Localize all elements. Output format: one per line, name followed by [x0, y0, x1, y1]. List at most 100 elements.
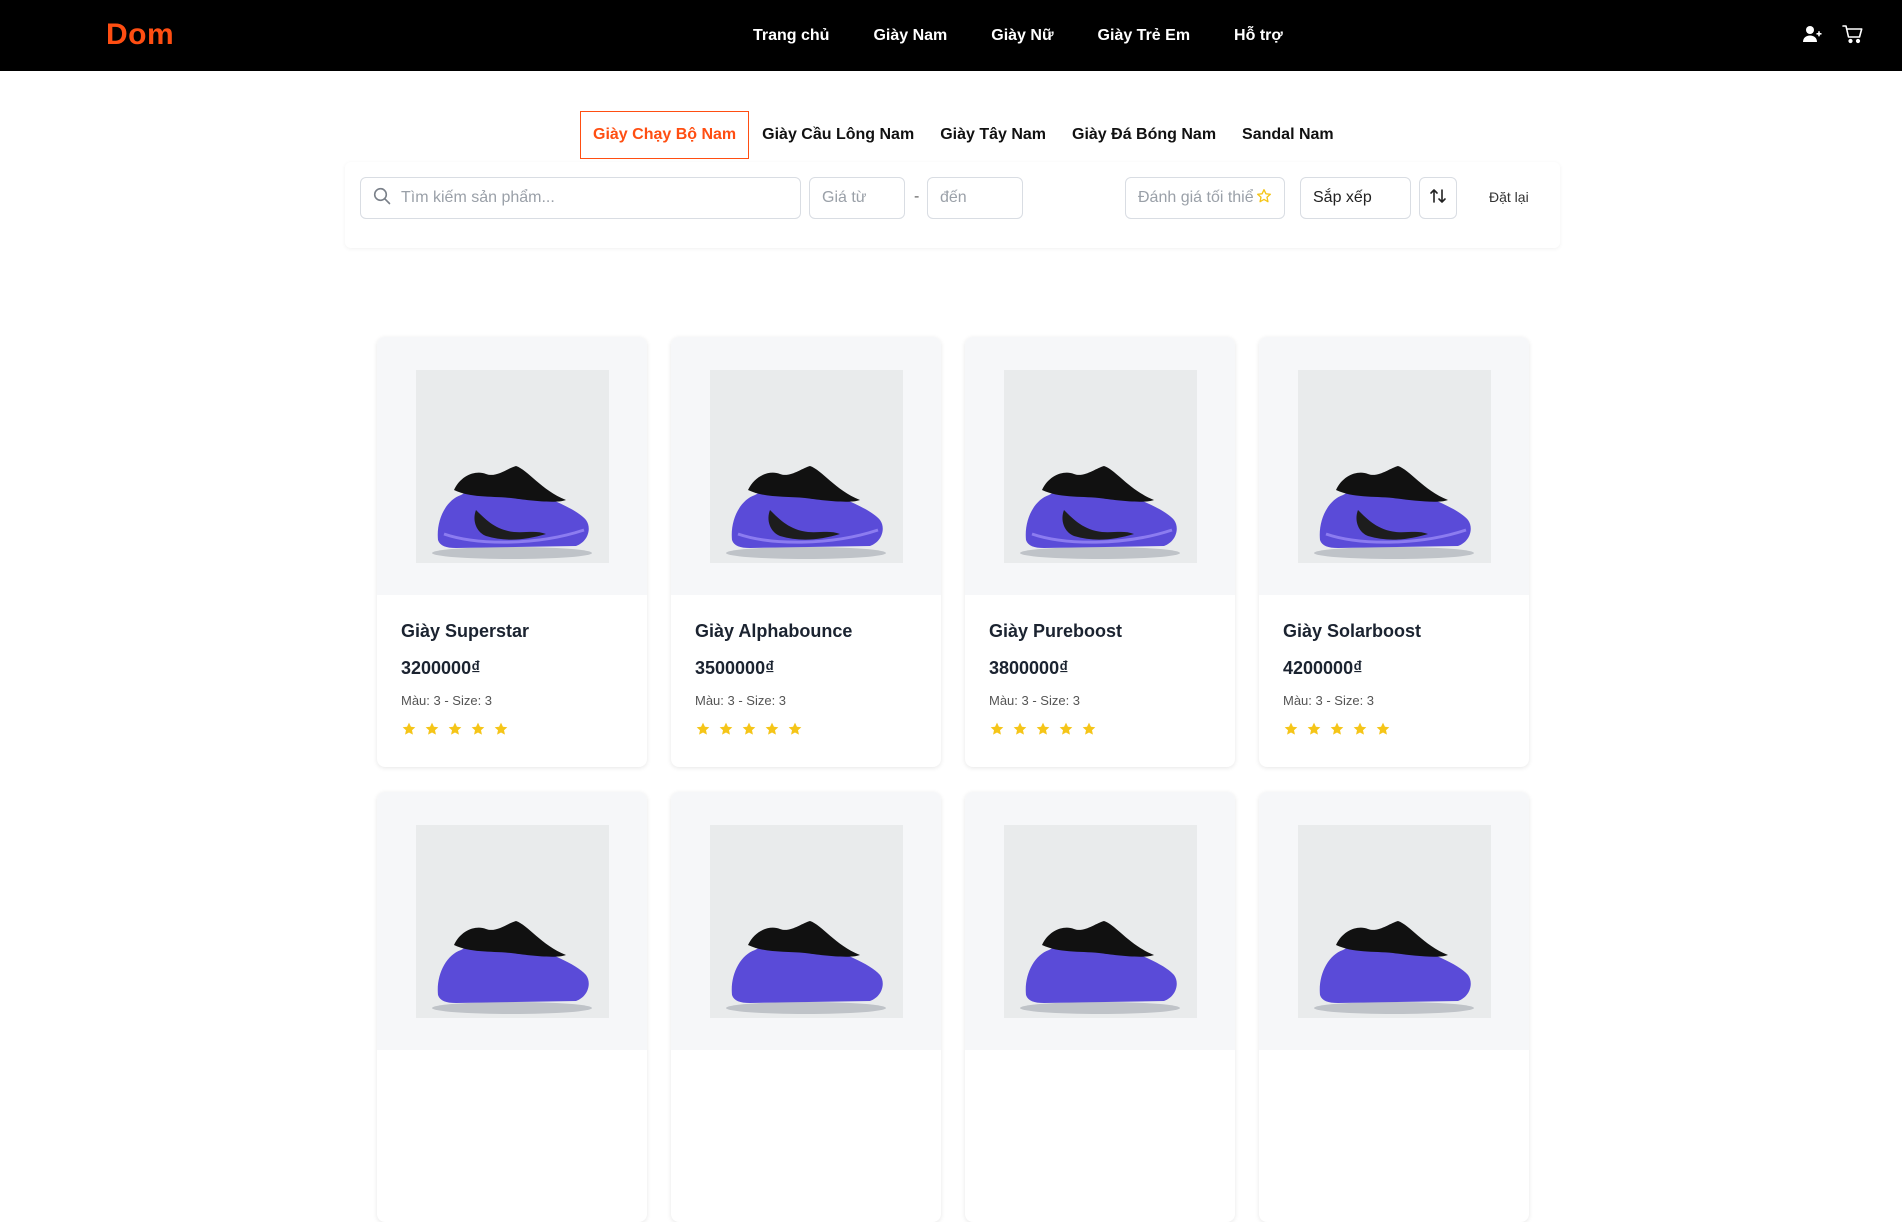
product-image: [1003, 824, 1197, 1018]
star-icon: [1012, 721, 1028, 737]
tab-running-men[interactable]: Giày Chạy Bộ Nam: [580, 111, 750, 159]
product-info: Giày Superstar 3200000₫ Màu: 3 - Size: 3: [377, 595, 647, 737]
star-icon: [470, 721, 486, 737]
shoe-image: [1313, 920, 1474, 1014]
price-separator: -: [914, 188, 920, 205]
product-info: [965, 1050, 1235, 1076]
product-meta: Màu: 3 - Size: 3: [1283, 693, 1375, 708]
cart-icon[interactable]: [1842, 24, 1864, 44]
product-info: Giày Alphabounce 3500000₫ Màu: 3 - Size:…: [671, 595, 941, 737]
price-to-input[interactable]: đến: [927, 177, 1023, 219]
nav-link-men[interactable]: Giày Nam: [873, 27, 947, 45]
reset-filters-button[interactable]: Đặt lại: [1489, 189, 1529, 205]
tab-sandal-men[interactable]: Sandal Nam: [1229, 111, 1347, 159]
nav-link-women[interactable]: Giày Nữ: [991, 27, 1053, 45]
star-icon: [493, 721, 509, 737]
product-rating: [695, 721, 917, 737]
product-image-area: [1259, 337, 1529, 595]
star-icon: [1283, 721, 1299, 737]
sort-select[interactable]: Sắp xếp: [1300, 177, 1411, 219]
tab-badminton-men[interactable]: Giày Cầu Lông Nam: [749, 111, 927, 159]
product-meta: Màu: 3 - Size: 3: [989, 693, 1081, 708]
shoe-image: [1019, 465, 1180, 559]
product-image-area: [671, 792, 941, 1050]
product-info: Giày Pureboost 3800000₫ Màu: 3 - Size: 3: [965, 595, 1235, 737]
nav-link-kids[interactable]: Giày Trẻ Em: [1098, 27, 1191, 45]
sort-direction-button[interactable]: [1419, 177, 1457, 219]
search-icon: [373, 187, 391, 210]
main-nav: Trang chủ Giày Nam Giày Nữ Giày Trẻ Em H…: [753, 0, 1283, 71]
star-icon: [718, 721, 734, 737]
product-card[interactable]: Giày Solarboost 4200000₫ Màu: 3 - Size: …: [1259, 337, 1529, 767]
star-icon: [695, 721, 711, 737]
product-card[interactable]: [377, 792, 647, 1222]
shoe-image: [725, 920, 886, 1014]
star-icon: [1081, 721, 1097, 737]
star-icon: [424, 721, 440, 737]
product-card[interactable]: Giày Pureboost 3800000₫ Màu: 3 - Size: 3: [965, 337, 1235, 767]
product-grid: Giày Superstar 3200000₫ Màu: 3 - Size: 3…: [377, 337, 1529, 1222]
product-image: [415, 824, 609, 1018]
product-image: [1003, 369, 1197, 563]
star-icon: [787, 721, 803, 737]
product-image: [709, 824, 903, 1018]
star-icon: [1375, 721, 1391, 737]
product-image-area: [1259, 792, 1529, 1050]
product-price: 4200000₫: [1283, 658, 1363, 678]
min-rating-input[interactable]: Đánh giá tối thiể: [1125, 177, 1285, 219]
search-input[interactable]: Tìm kiếm sản phẩm...: [360, 177, 801, 219]
shoe-image: [431, 465, 592, 559]
product-name: Giày Alphabounce: [695, 621, 853, 641]
product-info: [671, 1050, 941, 1076]
star-icon: [1352, 721, 1368, 737]
product-image-area: [377, 337, 647, 595]
product-info: Giày Solarboost 4200000₫ Màu: 3 - Size: …: [1259, 595, 1529, 737]
tab-football-men[interactable]: Giày Đá Bóng Nam: [1059, 111, 1229, 159]
product-card[interactable]: [671, 792, 941, 1222]
product-card[interactable]: [965, 792, 1235, 1222]
product-rating: [989, 721, 1211, 737]
product-image: [415, 369, 609, 563]
price-from-input[interactable]: Giá từ: [809, 177, 905, 219]
shoe-image: [1019, 920, 1180, 1014]
product-image: [709, 369, 903, 563]
product-name: Giày Pureboost: [989, 621, 1123, 641]
nav-link-home[interactable]: Trang chủ: [753, 27, 829, 45]
product-image-area: [377, 792, 647, 1050]
product-card[interactable]: Giày Alphabounce 3500000₫ Màu: 3 - Size:…: [671, 337, 941, 767]
product-rating: [1283, 721, 1505, 737]
brand-logo[interactable]: Dom: [106, 18, 174, 52]
product-meta: Màu: 3 - Size: 3: [401, 693, 493, 708]
star-icon: [1058, 721, 1074, 737]
user-add-icon[interactable]: [1802, 24, 1822, 44]
product-name: Giày Superstar: [401, 621, 530, 641]
product-price: 3200000₫: [401, 658, 481, 678]
star-icon: [447, 721, 463, 737]
product-image-area: [965, 337, 1235, 595]
star-icon: [741, 721, 757, 737]
star-outline-icon: [1256, 188, 1272, 209]
product-price: 3500000₫: [695, 658, 775, 678]
nav-link-support[interactable]: Hỗ trợ: [1234, 27, 1283, 45]
shoe-image: [725, 465, 886, 559]
product-image: [1297, 824, 1491, 1018]
product-info: [1259, 1050, 1529, 1076]
shoe-image: [1313, 465, 1474, 559]
header-actions: [1802, 24, 1864, 44]
product-meta: Màu: 3 - Size: 3: [695, 693, 787, 708]
star-icon: [989, 721, 1005, 737]
search-placeholder: Tìm kiếm sản phẩm...: [401, 189, 555, 206]
tab-dress-men[interactable]: Giày Tây Nam: [927, 111, 1059, 159]
product-name: Giày Solarboost: [1283, 621, 1422, 641]
product-info: [377, 1050, 647, 1076]
product-card[interactable]: [1259, 792, 1529, 1222]
star-icon: [1306, 721, 1322, 737]
product-rating: [401, 721, 623, 737]
product-image-area: [965, 792, 1235, 1050]
product-image: [1297, 369, 1491, 563]
product-card[interactable]: Giày Superstar 3200000₫ Màu: 3 - Size: 3: [377, 337, 647, 767]
filter-panel: Tìm kiếm sản phẩm... Giá từ - đến Đánh g…: [345, 162, 1560, 248]
star-icon: [1329, 721, 1345, 737]
top-navbar: Dom Trang chủ Giày Nam Giày Nữ Giày Trẻ …: [0, 0, 1902, 71]
product-image-area: [671, 337, 941, 595]
